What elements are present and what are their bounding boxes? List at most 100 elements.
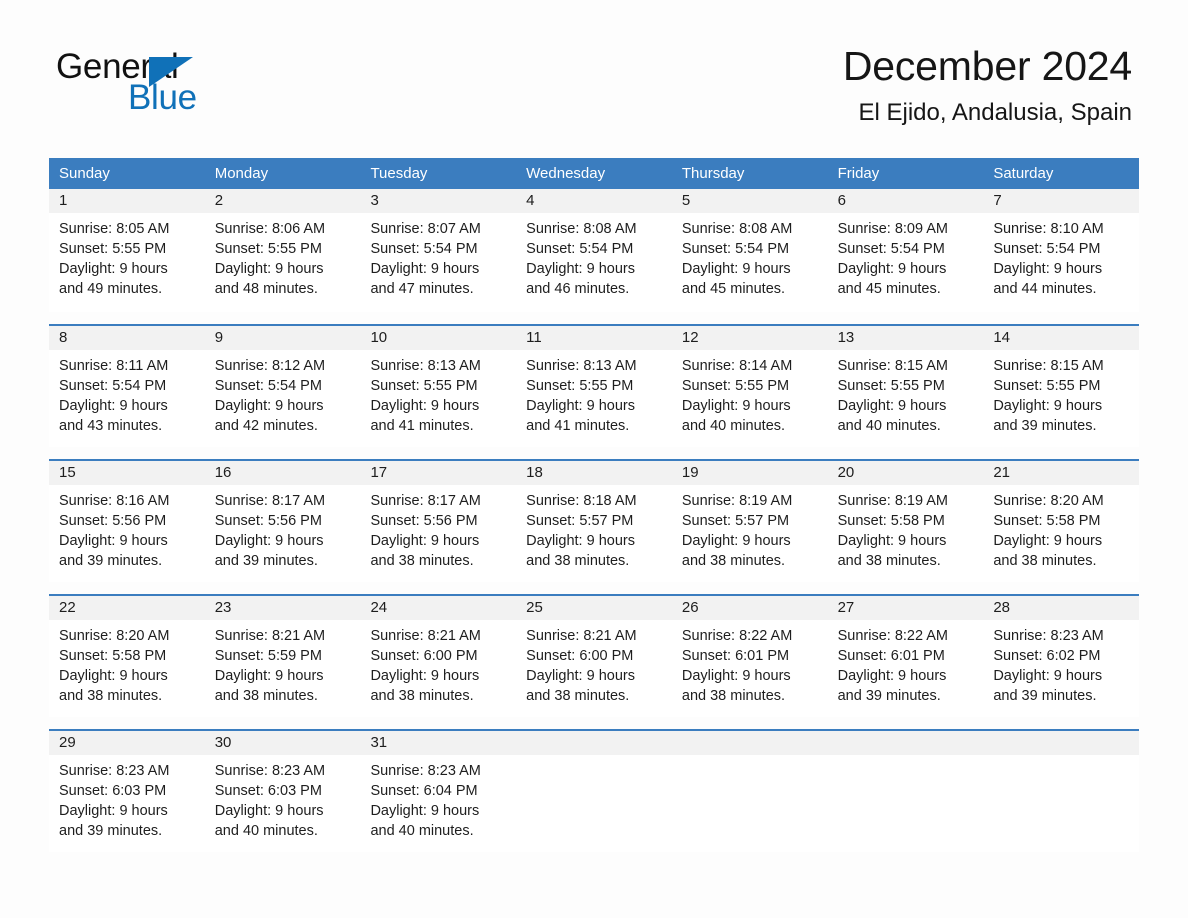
day-details: Sunrise: 8:13 AM Sunset: 5:55 PM Dayligh… xyxy=(516,350,672,436)
sunset-text: Sunset: 5:55 PM xyxy=(837,378,945,394)
weekday-header-friday: Friday xyxy=(837,165,880,182)
daylight-line1: Daylight: 9 hours xyxy=(681,261,791,277)
day-details: Sunrise: 8:08 AM Sunset: 5:54 PM Dayligh… xyxy=(672,213,828,299)
day-cell[interactable]: 2 Sunrise: 8:06 AM Sunset: 5:55 PM Dayli… xyxy=(204,189,361,312)
sunset-text: Sunset: 5:54 PM xyxy=(837,241,945,257)
day-details: Sunrise: 8:13 AM Sunset: 5:55 PM Dayligh… xyxy=(360,350,516,436)
daylight-line2: and 38 minutes. xyxy=(526,688,630,704)
day-cell[interactable]: 24 Sunrise: 8:21 AM Sunset: 6:00 PM Dayl… xyxy=(360,596,517,717)
sunset-text: Sunset: 5:55 PM xyxy=(370,378,478,394)
day-cell[interactable]: 28 Sunrise: 8:23 AM Sunset: 6:02 PM Dayl… xyxy=(983,596,1140,717)
day-cell[interactable]: 29 Sunrise: 8:23 AM Sunset: 6:03 PM Dayl… xyxy=(49,731,205,852)
day-cell[interactable]: 17 Sunrise: 8:17 AM Sunset: 5:56 PM Dayl… xyxy=(360,461,517,582)
day-cell[interactable]: 31 Sunrise: 8:23 AM Sunset: 6:04 PM Dayl… xyxy=(360,731,517,852)
day-cell[interactable]: 4 Sunrise: 8:08 AM Sunset: 5:54 PM Dayli… xyxy=(516,189,672,312)
day-cell[interactable]: 1 Sunrise: 8:05 AM Sunset: 5:55 PM Dayli… xyxy=(49,189,205,312)
day-details: Sunrise: 8:21 AM Sunset: 5:59 PM Dayligh… xyxy=(205,620,361,706)
day-cell[interactable]: 16 Sunrise: 8:17 AM Sunset: 5:56 PM Dayl… xyxy=(204,461,361,582)
day-number: 23 xyxy=(204,596,361,620)
day-details: Sunrise: 8:21 AM Sunset: 6:00 PM Dayligh… xyxy=(516,620,672,706)
sunrise-text: Sunrise: 8:22 AM xyxy=(681,628,793,644)
daylight-line2: and 42 minutes. xyxy=(214,418,318,434)
day-cell[interactable]: 26 Sunrise: 8:22 AM Sunset: 6:01 PM Dayl… xyxy=(671,596,828,717)
day-cell[interactable]: 12 Sunrise: 8:14 AM Sunset: 5:55 PM Dayl… xyxy=(671,326,828,447)
daylight-line2: and 38 minutes. xyxy=(837,553,941,569)
general-blue-logo[interactable]: General Blue xyxy=(56,48,286,118)
daylight-line2: and 38 minutes. xyxy=(370,553,474,569)
day-details: Sunrise: 8:20 AM Sunset: 5:58 PM Dayligh… xyxy=(983,485,1139,571)
day-cell[interactable]: 30 Sunrise: 8:23 AM Sunset: 6:03 PM Dayl… xyxy=(204,731,361,852)
sunrise-text: Sunrise: 8:07 AM xyxy=(370,221,481,237)
day-number: 24 xyxy=(360,596,517,620)
day-number: 25 xyxy=(516,596,672,620)
day-number: 14 xyxy=(983,326,1140,350)
daylight-line1: Daylight: 9 hours xyxy=(370,668,480,684)
sunset-text: Sunset: 5:59 PM xyxy=(214,648,322,664)
daylight-line1: Daylight: 9 hours xyxy=(526,668,635,684)
day-cell[interactable]: 22 Sunrise: 8:20 AM Sunset: 5:58 PM Dayl… xyxy=(49,596,205,717)
day-details: Sunrise: 8:15 AM Sunset: 5:55 PM Dayligh… xyxy=(828,350,984,436)
sunrise-text: Sunrise: 8:19 AM xyxy=(681,493,793,509)
calendar-grid: Sunday Monday Tuesday Wednesday Thursday… xyxy=(49,158,1140,852)
day-cell[interactable]: 20 Sunrise: 8:19 AM Sunset: 5:58 PM Dayl… xyxy=(827,461,984,582)
day-cell[interactable]: 8 Sunrise: 8:11 AM Sunset: 5:54 PM Dayli… xyxy=(49,326,205,447)
day-details: Sunrise: 8:07 AM Sunset: 5:54 PM Dayligh… xyxy=(360,213,516,299)
daylight-line2: and 39 minutes. xyxy=(993,688,1097,704)
sunset-text: Sunset: 5:54 PM xyxy=(59,378,167,394)
daylight-line1: Daylight: 9 hours xyxy=(993,533,1103,549)
day-cell[interactable]: 11 Sunrise: 8:13 AM Sunset: 5:55 PM Dayl… xyxy=(516,326,672,447)
day-details xyxy=(516,755,672,761)
daylight-line1: Daylight: 9 hours xyxy=(214,261,324,277)
weekday-header-wednesday: Wednesday xyxy=(526,165,606,182)
daylight-line1: Daylight: 9 hours xyxy=(370,533,480,549)
day-details: Sunrise: 8:18 AM Sunset: 5:57 PM Dayligh… xyxy=(516,485,672,571)
day-cell[interactable]: 10 Sunrise: 8:13 AM Sunset: 5:55 PM Dayl… xyxy=(360,326,517,447)
day-number: 15 xyxy=(49,461,205,485)
sunset-text: Sunset: 5:55 PM xyxy=(59,241,167,257)
sunset-text: Sunset: 5:55 PM xyxy=(526,378,634,394)
daylight-line2: and 38 minutes. xyxy=(214,688,318,704)
day-cell[interactable]: 6 Sunrise: 8:09 AM Sunset: 5:54 PM Dayli… xyxy=(827,189,984,312)
day-cell[interactable]: 27 Sunrise: 8:22 AM Sunset: 6:01 PM Dayl… xyxy=(827,596,984,717)
day-details: Sunrise: 8:23 AM Sunset: 6:04 PM Dayligh… xyxy=(360,755,516,841)
day-details: Sunrise: 8:05 AM Sunset: 5:55 PM Dayligh… xyxy=(49,213,205,299)
sunrise-text: Sunrise: 8:12 AM xyxy=(214,358,326,374)
sunrise-text: Sunrise: 8:10 AM xyxy=(993,221,1104,237)
sunset-text: Sunset: 6:02 PM xyxy=(993,648,1101,664)
sunset-text: Sunset: 5:56 PM xyxy=(370,513,478,529)
day-details: Sunrise: 8:12 AM Sunset: 5:54 PM Dayligh… xyxy=(205,350,361,436)
day-cell[interactable]: 21 Sunrise: 8:20 AM Sunset: 5:58 PM Dayl… xyxy=(983,461,1140,582)
sunrise-text: Sunrise: 8:21 AM xyxy=(526,628,637,644)
day-number: 4 xyxy=(516,189,672,213)
daylight-line2: and 38 minutes. xyxy=(993,553,1097,569)
daylight-line2: and 39 minutes. xyxy=(59,823,163,839)
day-number: 31 xyxy=(360,731,517,755)
day-cell[interactable]: 7 Sunrise: 8:10 AM Sunset: 5:54 PM Dayli… xyxy=(983,189,1140,312)
day-cell[interactable]: 9 Sunrise: 8:12 AM Sunset: 5:54 PM Dayli… xyxy=(204,326,361,447)
day-details: Sunrise: 8:17 AM Sunset: 5:56 PM Dayligh… xyxy=(360,485,516,571)
sunset-text: Sunset: 5:54 PM xyxy=(681,241,790,257)
daylight-line1: Daylight: 9 hours xyxy=(59,668,168,684)
sunrise-text: Sunrise: 8:21 AM xyxy=(370,628,481,644)
day-number: 28 xyxy=(983,596,1140,620)
day-cell[interactable]: 5 Sunrise: 8:08 AM Sunset: 5:54 PM Dayli… xyxy=(671,189,828,312)
day-details: Sunrise: 8:22 AM Sunset: 6:01 PM Dayligh… xyxy=(672,620,828,706)
day-cell[interactable]: 23 Sunrise: 8:21 AM Sunset: 5:59 PM Dayl… xyxy=(204,596,361,717)
weekday-header-monday: Monday xyxy=(214,165,269,182)
day-cell[interactable]: 14 Sunrise: 8:15 AM Sunset: 5:55 PM Dayl… xyxy=(983,326,1140,447)
day-number xyxy=(516,731,672,755)
sunset-text: Sunset: 6:03 PM xyxy=(59,783,167,799)
day-cell[interactable]: 13 Sunrise: 8:15 AM Sunset: 5:55 PM Dayl… xyxy=(827,326,984,447)
day-cell[interactable]: 15 Sunrise: 8:16 AM Sunset: 5:56 PM Dayl… xyxy=(49,461,205,582)
daylight-line1: Daylight: 9 hours xyxy=(370,261,480,277)
day-number: 11 xyxy=(516,326,672,350)
sunset-text: Sunset: 5:55 PM xyxy=(681,378,790,394)
day-details xyxy=(983,755,1139,761)
day-cell[interactable]: 3 Sunrise: 8:07 AM Sunset: 5:54 PM Dayli… xyxy=(360,189,517,312)
daylight-line2: and 39 minutes. xyxy=(59,553,163,569)
sunrise-text: Sunrise: 8:21 AM xyxy=(214,628,326,644)
day-cell[interactable]: 18 Sunrise: 8:18 AM Sunset: 5:57 PM Dayl… xyxy=(516,461,672,582)
day-cell[interactable]: 25 Sunrise: 8:21 AM Sunset: 6:00 PM Dayl… xyxy=(516,596,672,717)
daylight-line1: Daylight: 9 hours xyxy=(681,668,791,684)
day-cell[interactable]: 19 Sunrise: 8:19 AM Sunset: 5:57 PM Dayl… xyxy=(671,461,828,582)
